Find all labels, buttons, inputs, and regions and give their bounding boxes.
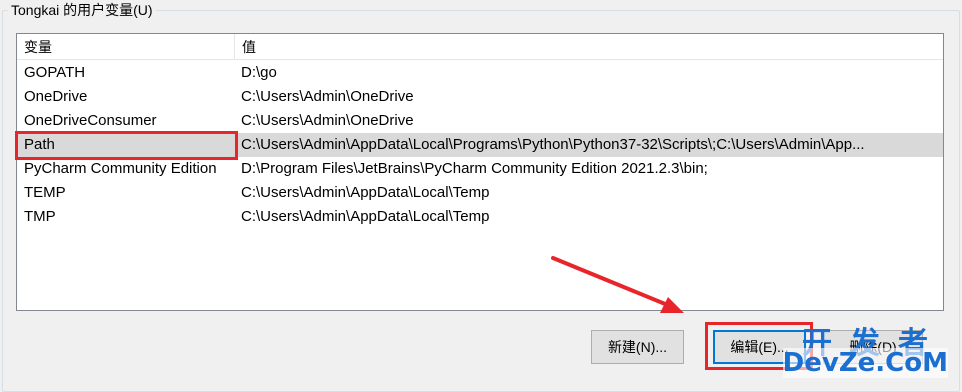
annotation-arrow-icon (551, 256, 684, 313)
